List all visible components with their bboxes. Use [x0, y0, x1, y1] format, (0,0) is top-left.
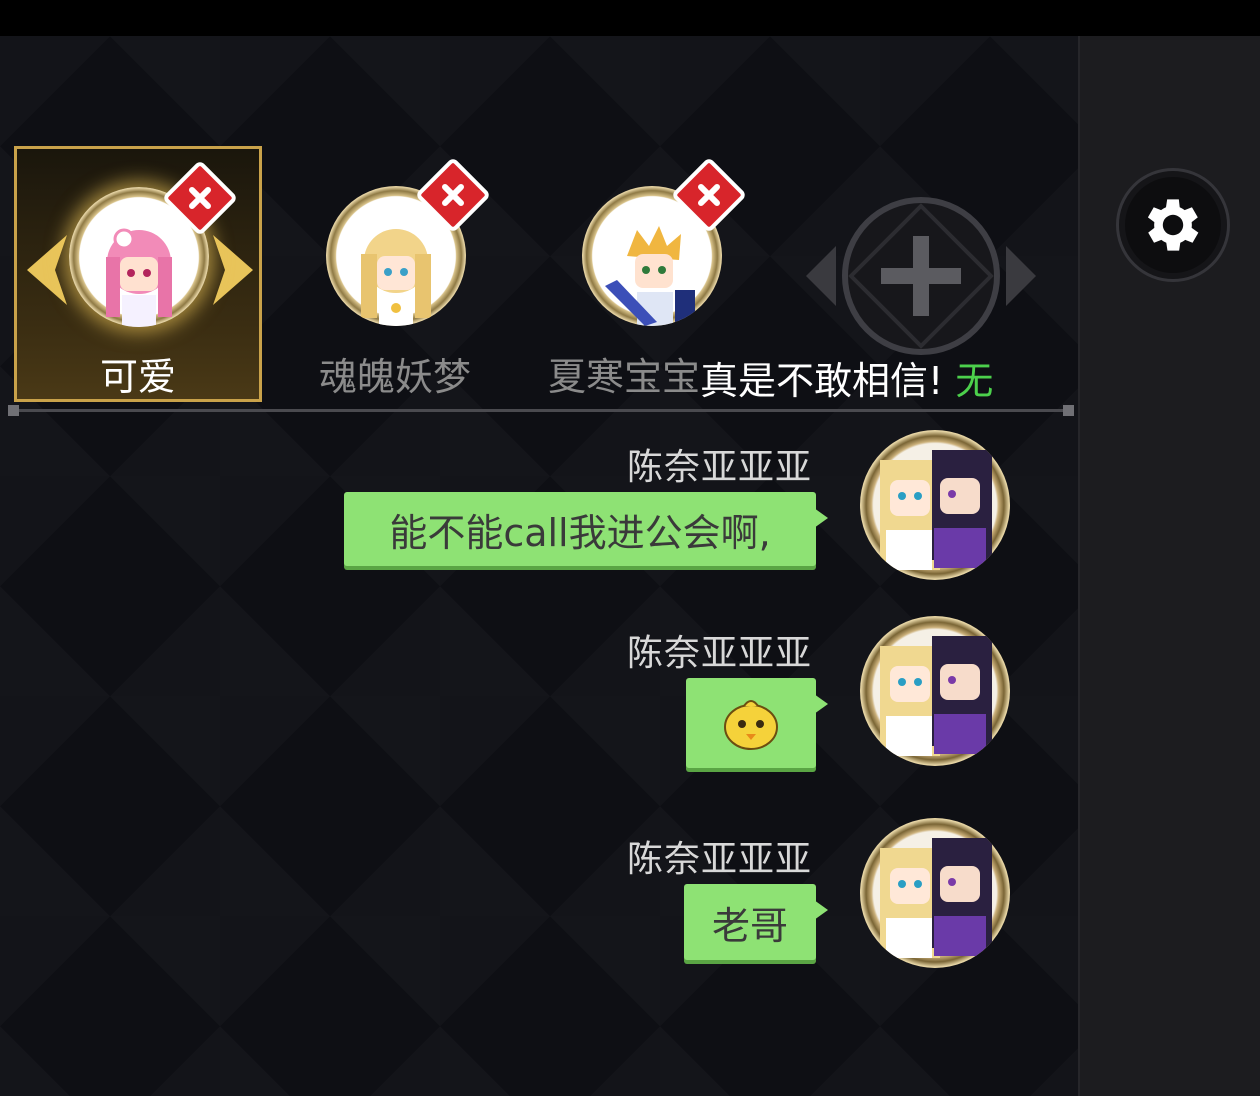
message-text: 能不能call我进公会啊,: [389, 510, 771, 555]
sender-avatar[interactable]: [860, 616, 1010, 766]
wing-ornament-left: [27, 235, 67, 305]
add-tab-button[interactable]: [806, 186, 1036, 366]
tab-label-kawaii: 可爱: [99, 355, 176, 399]
message-text: 老哥: [711, 903, 788, 948]
sender-avatar[interactable]: [860, 818, 1010, 968]
sender-avatar[interactable]: [860, 430, 1010, 580]
chick-emoji: [724, 700, 778, 750]
ticker-more: 无: [955, 359, 994, 403]
message-sender: 陈奈亚亚亚: [626, 839, 812, 880]
tab-label-xiahan-baobao: 夏寒宝宝: [547, 355, 700, 399]
broadcast-ticker: 真是不敢相信! 无: [700, 350, 1002, 405]
tab-label-konpaku-youmu: 魂魄妖梦: [318, 355, 471, 399]
tab-divider: [8, 405, 1074, 416]
message-bubble[interactable]: [686, 678, 828, 768]
wing-ornament-right: [213, 235, 253, 305]
gear-icon: [1147, 199, 1199, 251]
message-sender: 陈奈亚亚亚: [626, 633, 812, 674]
close-icon: [698, 184, 720, 206]
ticker-text: 真是不敢相信!: [700, 359, 944, 403]
settings-button[interactable]: [1116, 168, 1230, 282]
message-bubble[interactable]: 老哥: [684, 884, 828, 960]
plus-icon: [806, 197, 1036, 355]
message-bubble[interactable]: 能不能call我进公会啊,: [344, 492, 828, 566]
status-bar: [0, 0, 1260, 36]
close-icon: [189, 187, 211, 209]
close-icon: [442, 184, 464, 206]
message-sender: 陈奈亚亚亚: [626, 447, 812, 488]
